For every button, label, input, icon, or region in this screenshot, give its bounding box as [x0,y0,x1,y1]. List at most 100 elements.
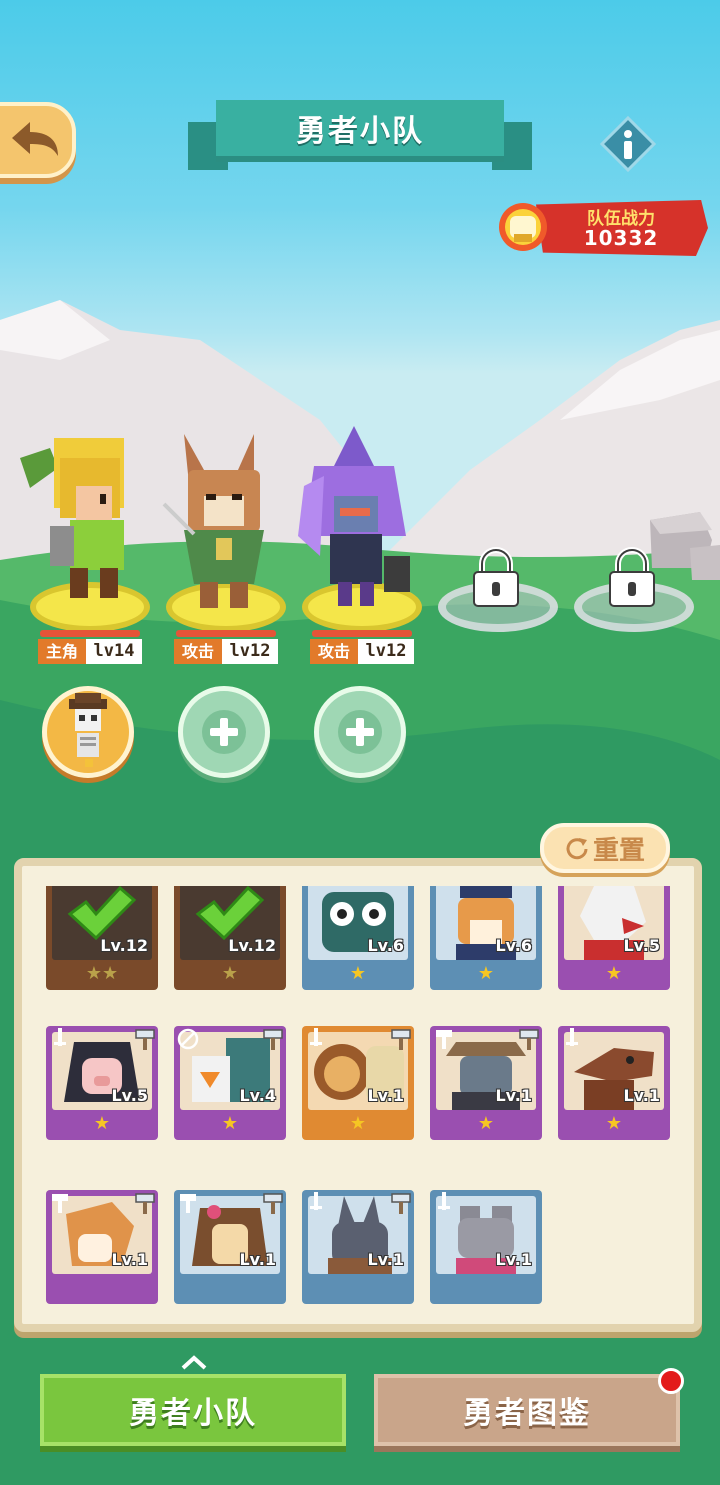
hero-card[interactable]: Lv.1 ★ [302,1026,414,1140]
tab-hero-gallery[interactable]: 勇者图鉴 [374,1374,680,1446]
card-stars: ★ [477,1113,495,1134]
hero-slot-5-locked[interactable] [572,540,696,640]
card-level: Lv.1 [623,1086,660,1105]
blonde-hero-icon [20,438,124,598]
hero-role: 主角 [38,639,86,664]
card-level: Lv.1 [367,1250,404,1269]
team-power-value: 10332 [583,226,659,250]
hero-slot-1[interactable]: 主角 lv14 [20,420,158,670]
card-stars: ★ [221,1113,239,1134]
card-level: Lv.12 [228,936,276,955]
hammer-role-icon [180,1194,196,1213]
hero-level: lv12 [358,639,414,664]
hero-card[interactable]: Lv.1 [46,1190,158,1304]
hero-level-tag: 主角 lv14 [38,630,142,664]
hammer-icon [263,1193,283,1214]
reset-label: 重置 [592,835,645,866]
hero-slot-2[interactable]: 攻击 lv12 [162,420,294,670]
card-stars: ★ [349,963,367,984]
hero-card[interactable]: Lv.4 ★ [174,1026,286,1140]
card-stars: ★ [605,963,623,984]
card-level: Lv.1 [111,1250,148,1269]
card-level: Lv.6 [367,936,404,955]
lock-icon [609,547,655,607]
team-power-display: 队伍战力 10332 [496,186,718,266]
info-button[interactable] [599,115,657,173]
paw-plus-icon [202,710,246,754]
pet-slot-2[interactable] [178,686,270,778]
sword-role-icon [438,1192,450,1210]
card-level: Lv.5 [111,1086,148,1105]
hero-card[interactable]: Lv.12 ★★ [46,886,158,990]
card-level: Lv.12 [100,936,148,955]
card-level: Lv.1 [239,1250,276,1269]
card-stars: ★ [477,963,495,984]
paw-plus-icon [338,710,382,754]
hero-card[interactable]: Lv.5 ★ [558,886,670,990]
hero-card[interactable]: Lv.1 [302,1190,414,1304]
hero-level: lv12 [222,639,278,664]
notification-badge [658,1368,684,1394]
hammer-icon [391,1029,411,1050]
hero-level-tag: 攻击 lv12 [174,630,278,664]
sword-role-icon [310,1192,322,1210]
info-icon [599,115,657,173]
sword-role-icon [54,1028,66,1046]
tab-hero-team[interactable]: 勇者小队 [40,1374,346,1446]
hero-level: lv14 [86,639,142,664]
skeleton-pet-icon [69,693,107,767]
hero-role: 攻击 [174,639,222,664]
hero-card[interactable]: Lv.5 ★ [46,1026,158,1140]
title-ribbon: 勇者小队 [188,100,532,172]
tab-label: 勇者小队 [129,1396,257,1431]
reset-button[interactable]: 重置 [540,823,670,873]
pet-slot-1[interactable] [42,686,134,778]
back-button[interactable] [0,102,76,178]
back-arrow-icon [12,122,58,156]
refresh-icon [566,838,588,860]
hp-bar [40,630,140,637]
hero-card[interactable]: Lv.1 ★ [430,1026,542,1140]
lock-icon [473,547,519,607]
hammer-role-icon [436,1030,452,1049]
hp-bar [312,630,412,637]
hammer-icon [263,1029,283,1050]
fist-power-icon [499,203,547,251]
hammer-icon [519,1029,539,1050]
hero-card[interactable]: Lv.6 ★ [302,886,414,990]
card-level: Lv.1 [367,1086,404,1105]
card-stars: ★ [221,963,239,984]
chevron-up-icon [181,1355,207,1370]
pet-slot-3[interactable] [314,686,406,778]
hero-card[interactable]: Lv.1 [174,1190,286,1304]
hp-bar [176,630,276,637]
hero-card[interactable]: Lv.1 [430,1190,542,1304]
card-stars: ★ [605,1113,623,1134]
hero-roster-grid: Lv.12 ★★ Lv.12 ★ Lv.6 ★ Lv.6 ★ Lv.5 ★ Lv… [46,886,686,1306]
card-level: Lv.1 [495,1086,532,1105]
fox-archer-icon [162,434,264,608]
card-stars: ★ [93,1113,111,1134]
page-title: 勇者小队 [296,114,424,149]
hammer-role-icon [52,1194,68,1213]
hammer-icon [391,1193,411,1214]
hero-slot-3[interactable]: 攻击 lv12 [298,420,430,670]
card-level: Lv.5 [623,936,660,955]
hammer-icon [135,1193,155,1214]
ribbon-main: 勇者小队 [216,100,504,162]
tab-label: 勇者图鉴 [463,1396,591,1431]
hero-role: 攻击 [310,639,358,664]
hero-slot-4-locked[interactable] [436,540,560,640]
card-stars: ★ [349,1113,367,1134]
hero-card[interactable]: Lv.12 ★ [174,886,286,990]
purple-mage-icon [298,426,410,606]
card-level: Lv.4 [239,1086,276,1105]
hero-level-tag: 攻击 lv12 [310,630,414,664]
hero-card[interactable]: Lv.6 ★ [430,886,542,990]
compass-role-icon [177,1028,199,1050]
card-level: Lv.1 [495,1250,532,1269]
hammer-icon [135,1029,155,1050]
sword-role-icon [566,1028,578,1046]
hero-card[interactable]: Lv.1 ★ [558,1026,670,1140]
sword-role-icon [310,1028,322,1046]
